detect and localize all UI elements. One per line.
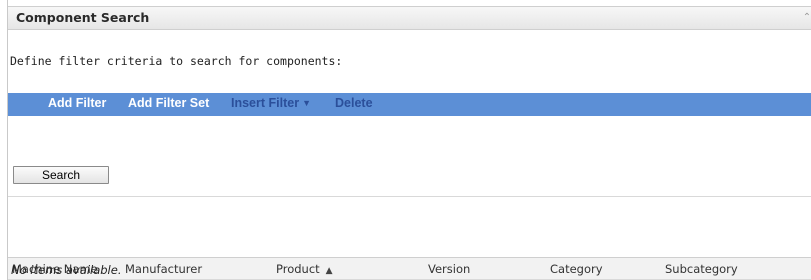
add-filter-set-link[interactable]: Add Filter Set xyxy=(128,96,209,110)
sort-ascending-icon: ▲ xyxy=(325,266,333,276)
delete-link[interactable]: Delete xyxy=(335,96,373,110)
column-product-label: Product xyxy=(276,262,320,276)
collapse-up-icon[interactable]: ⌃ xyxy=(802,9,811,27)
filter-instructions: Define filter criteria to search for com… xyxy=(10,54,343,68)
panel-header: Component Search ⌃ xyxy=(8,6,811,30)
add-filter-link[interactable]: Add Filter xyxy=(48,96,106,110)
column-subcategory[interactable]: Subcategory xyxy=(665,262,738,276)
divider xyxy=(8,196,811,197)
panel-title: Component Search xyxy=(16,10,150,25)
component-search-panel: Component Search ⌃ Define filter criteri… xyxy=(7,0,811,280)
insert-filter-label: Insert Filter xyxy=(231,96,300,110)
column-manufacturer[interactable]: Manufacturer xyxy=(125,262,202,276)
insert-filter-dropdown[interactable]: Insert Filter ▼ xyxy=(231,96,311,110)
column-product[interactable]: Product ▲ xyxy=(276,262,333,276)
results-table-header: Machine Name Manufacturer Product ▲ Versi… xyxy=(8,257,811,280)
search-button[interactable]: Search xyxy=(13,166,109,184)
column-category[interactable]: Category xyxy=(550,262,603,276)
filter-toolbar: Add Filter Add Filter Set Insert Filter ▼… xyxy=(8,93,811,116)
column-version[interactable]: Version xyxy=(428,262,470,276)
empty-results-message: No items available. xyxy=(11,263,122,277)
chevron-down-icon: ▼ xyxy=(302,98,311,108)
